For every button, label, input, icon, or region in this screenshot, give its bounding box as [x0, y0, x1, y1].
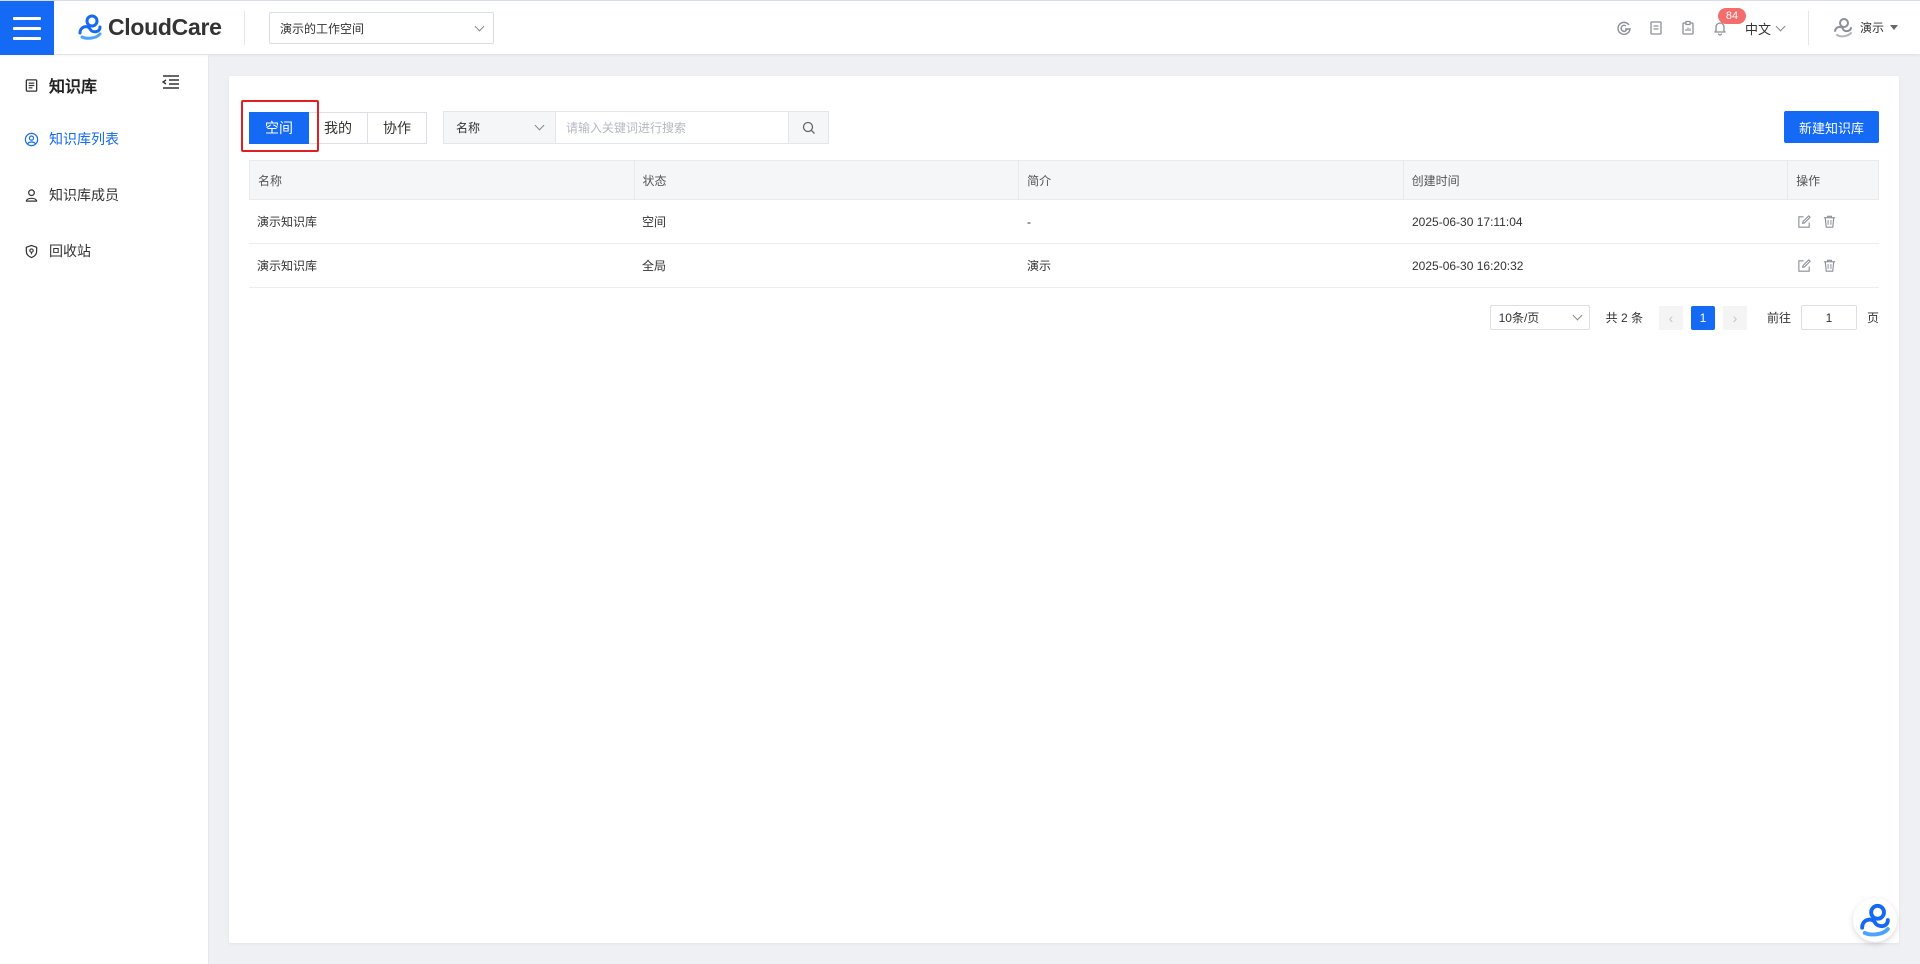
chevron-down-icon [534, 120, 545, 131]
filter-field-select[interactable]: 名称 [443, 111, 556, 144]
knowledge-base-icon [25, 78, 38, 92]
sidebar-title: 知识库 [24, 73, 97, 97]
cell-created: 2025-06-30 17:11:04 [1412, 214, 1523, 229]
page-number-current[interactable]: 1 [1690, 305, 1715, 330]
page-size-select[interactable]: 10条/页 [1489, 305, 1590, 330]
table-row: 演示知识库 空间 - 2025-06-30 17:11:04 [249, 200, 1879, 244]
tab-mine[interactable]: 我的 [309, 112, 368, 144]
document-icon[interactable] [1646, 18, 1666, 38]
sidebar-item-members[interactable]: 知识库成员 [24, 185, 119, 205]
search-icon [802, 121, 815, 134]
sidebar-item-knowledge-list[interactable]: 知识库列表 [24, 129, 119, 149]
header-divider [244, 11, 245, 45]
language-label: 中文 [1745, 22, 1772, 37]
delete-icon[interactable] [1822, 214, 1837, 229]
cell-intro: - [1027, 214, 1031, 229]
sidebar: 知识库 知识库列表 知识库成员 回收站 [0, 55, 209, 964]
cell-actions [1789, 200, 1879, 243]
chevron-left-icon: ‹ [1668, 309, 1674, 326]
cloudcare-logo-icon [78, 14, 102, 40]
assistant-logo-icon [1860, 903, 1890, 937]
page-suffix: 页 [1866, 311, 1879, 325]
page-size-label: 10条/页 [1498, 311, 1540, 325]
cell-status: 空间 [642, 215, 667, 229]
workspace-name: 演示的工作空间 [280, 21, 365, 36]
notification-badge: 84 [1718, 8, 1746, 24]
goto-page-input[interactable] [1800, 305, 1857, 330]
main-panel: 空间 我的 协作 名称 新建知识库 名称 状态 简介 创建时间 操作 演示知识库… [229, 76, 1899, 943]
column-header-created: 创建时间 [1404, 161, 1789, 199]
table-header: 名称 状态 简介 创建时间 操作 [249, 160, 1879, 200]
cell-intro: 演示 [1027, 259, 1052, 273]
sidebar-item-recycle-bin[interactable]: 回收站 [24, 241, 91, 261]
column-header-actions: 操作 [1796, 173, 1821, 188]
top-header: CloudCare 演示的工作空间 84 中文 演示 [0, 0, 1920, 55]
chevron-down-icon [474, 21, 485, 31]
search-button[interactable] [789, 111, 829, 144]
menu-bar [13, 36, 41, 40]
next-page-button[interactable]: › [1722, 305, 1747, 330]
collapse-menu-icon[interactable] [161, 74, 180, 93]
sidebar-item-label: 知识库成员 [49, 187, 119, 203]
edit-icon[interactable] [1797, 214, 1812, 229]
search-input[interactable] [556, 111, 789, 144]
sidebar-item-label: 回收站 [49, 243, 91, 259]
recycle-bin-icon [25, 244, 38, 258]
sidebar-item-label: 知识库列表 [49, 131, 119, 147]
column-header-status: 状态 [635, 161, 1020, 199]
assistant-float-button[interactable] [1853, 898, 1897, 942]
pagination: 10条/页 共 2 条 ‹ 1 › 前往 页 [1489, 305, 1879, 330]
scope-tabs: 空间 我的 协作 [249, 112, 427, 144]
hamburger-menu-button[interactable] [0, 1, 54, 55]
brand-logo[interactable]: CloudCare [76, 13, 222, 41]
tab-collaboration[interactable]: 协作 [368, 112, 427, 144]
sidebar-title-label: 知识库 [49, 79, 98, 96]
caret-down-icon [1890, 24, 1899, 30]
language-select[interactable]: 中文 [1745, 19, 1786, 38]
menu-bar [13, 26, 41, 30]
cell-name[interactable]: 演示知识库 [249, 200, 634, 243]
chevron-down-icon [1775, 21, 1786, 32]
user-menu[interactable]: 演示 [1832, 16, 1899, 38]
user-circle-icon [24, 132, 39, 146]
cell-actions [1789, 244, 1879, 287]
edit-icon[interactable] [1797, 258, 1812, 273]
search-bar: 名称 [443, 111, 829, 144]
filter-field-label: 名称 [456, 121, 481, 135]
chevron-down-icon [1572, 310, 1583, 321]
knowledge-base-table: 名称 状态 简介 创建时间 操作 演示知识库 空间 - 2025-06-30 1… [249, 160, 1879, 288]
header-divider [1808, 11, 1809, 45]
avatar-icon [1834, 18, 1852, 38]
tab-space[interactable]: 空间 [249, 112, 309, 144]
guance-icon[interactable] [1614, 18, 1634, 38]
workspace-select[interactable]: 演示的工作空间 [269, 12, 494, 44]
total-count: 共 2 条 [1605, 311, 1643, 325]
cell-name[interactable]: 演示知识库 [249, 244, 634, 287]
cell-status: 全局 [642, 259, 667, 273]
cell-created: 2025-06-30 16:20:32 [1412, 258, 1524, 273]
member-icon [25, 188, 38, 202]
prev-page-button[interactable]: ‹ [1658, 305, 1683, 330]
column-header-name: 名称 [250, 161, 635, 199]
delete-icon[interactable] [1822, 258, 1837, 273]
user-name: 演示 [1860, 20, 1885, 35]
chevron-right-icon: › [1732, 309, 1738, 326]
goto-label: 前往 [1766, 311, 1791, 325]
column-header-intro: 简介 [1019, 161, 1404, 199]
report-icon[interactable] [1678, 18, 1698, 38]
new-knowledge-base-button[interactable]: 新建知识库 [1783, 111, 1879, 143]
menu-bar [13, 16, 41, 20]
brand-name: CloudCare [108, 13, 222, 40]
table-row: 演示知识库 全局 演示 2025-06-30 16:20:32 [249, 244, 1879, 288]
